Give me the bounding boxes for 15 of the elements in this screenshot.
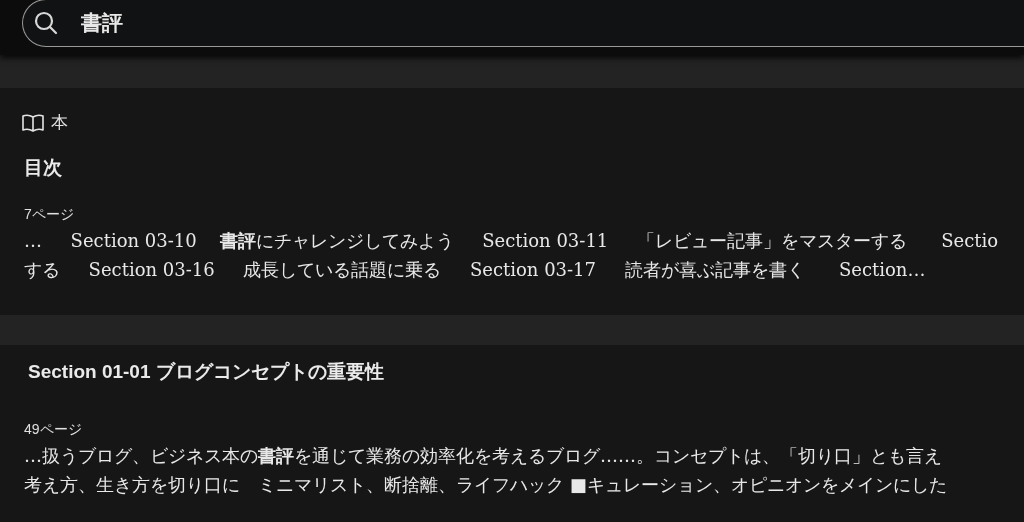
result-heading: Section 01-01 ブログコンセプトの重要性 xyxy=(28,360,385,384)
page-number: 49ページ xyxy=(24,419,83,439)
snippet-line: する Section 03-16 成長している話題に乗る Section 03-17 読者が喜ぶ記事を書く Section… xyxy=(24,258,927,282)
snippet-line: … Section 03-10 書評にチャレンジしてみよう Section 03-11 「レビュー記事」をマスターする Sectio xyxy=(24,229,1000,253)
page-number: 7ページ xyxy=(24,205,75,224)
snippet-line: 考え方、生き方を切り口に ミニマリスト、断捨離、ライフハック ■キュレーション、オピニオンをメインにした xyxy=(24,472,948,497)
snippet-line: …扱うブログ、ビジネス本の書評を通じて業務の効率化を考えるブログ……。コンセプトは、「切り口」とも言え xyxy=(24,443,943,468)
result-card[interactable]: Section 01-01 ブログコンセプトの重要性 49ページ …扱うブログ、ビジネス本の書評を通じて業務の効率化を考えるブログ……。コンセプトは、「切り口」とも言え 考え方、生き方を切り口に ミニマリスト、断捨離、ライフハック ■キュレーション、オピニオンをメインにした xyxy=(0,345,1024,522)
result-heading: 目次 xyxy=(24,155,63,180)
search-query: 書評 xyxy=(81,10,123,37)
result-card[interactable]: 本 目次 7ページ … Section 03-10 書評にチャレンジしてみよう Section 03-11 「レビュー記事」をマスターする Sectio する Section 03-16 成長している話題に乗る Section 03-17 読者が喜ぶ記事を書く Section… xyxy=(0,88,1024,315)
search-field[interactable]: 書評 xyxy=(22,0,1024,47)
source-label: 本 xyxy=(51,112,68,134)
search-icon xyxy=(33,10,59,36)
book-icon xyxy=(21,112,45,133)
